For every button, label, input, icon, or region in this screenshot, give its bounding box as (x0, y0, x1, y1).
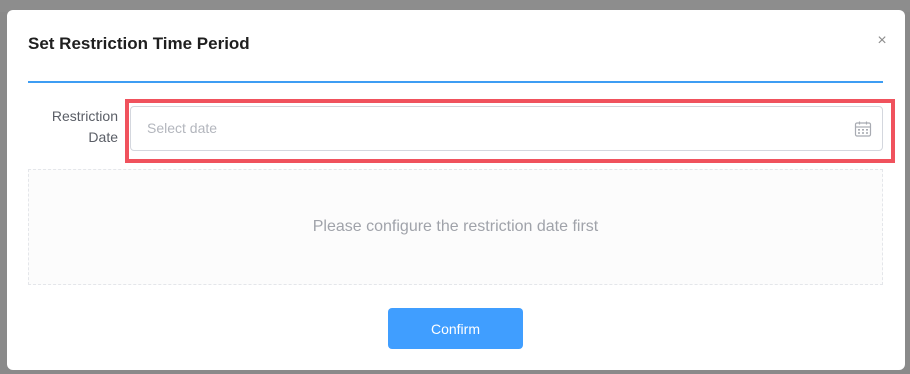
dialog-title: Set Restriction Time Period (28, 34, 250, 53)
empty-state-panel: Please configure the restriction date fi… (28, 169, 883, 285)
date-input-placeholder: Select date (147, 120, 218, 136)
restriction-date-label: Restriction Date (51, 108, 118, 145)
title-divider (28, 81, 883, 83)
empty-state-message: Please configure the restriction date fi… (312, 218, 599, 235)
calendar-icon (854, 121, 872, 137)
restriction-date-picker[interactable]: Select date (130, 106, 883, 151)
close-button[interactable]: × (873, 32, 891, 50)
confirm-button[interactable]: Confirm (388, 308, 523, 349)
restriction-time-dialog: Set Restriction Time Period × Restrictio… (7, 10, 905, 370)
close-icon: × (877, 32, 887, 49)
